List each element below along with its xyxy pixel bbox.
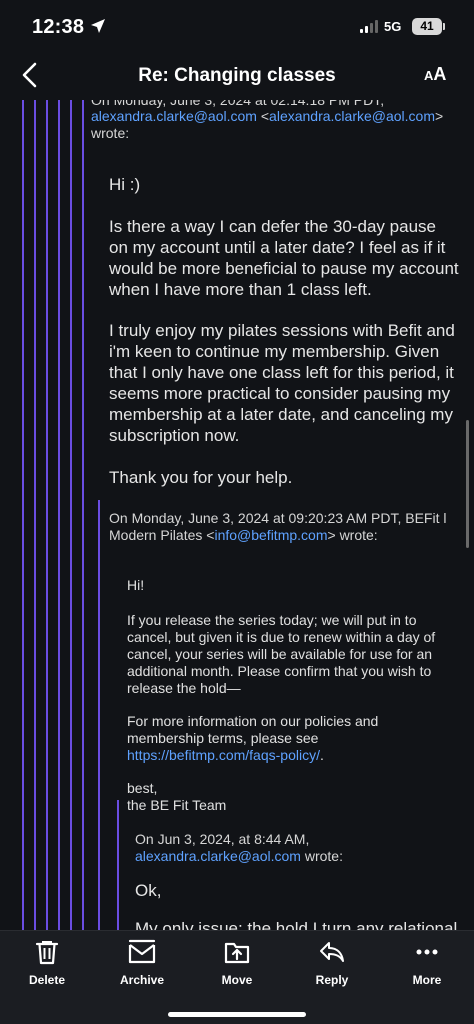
message1-thanks: Thank you for your help.: [109, 468, 293, 487]
quote-header: alexandra.clarke@aol.com <alexandra.clar…: [91, 108, 444, 124]
message1-greeting: Hi :): [109, 175, 141, 194]
more-dots-icon: [416, 949, 438, 955]
archive-button[interactable]: Archive: [102, 939, 182, 987]
quote-line: [98, 500, 100, 930]
delete-label: Delete: [28, 973, 66, 987]
location-arrow-icon: [91, 19, 105, 33]
sender-email-link[interactable]: alexandra.clarke@aol.com: [91, 108, 257, 124]
battery-tip: [443, 23, 445, 30]
quote3-header-line1: On Jun 3, 2024, at 8:44 AM,: [135, 831, 310, 847]
move-folder-icon: [224, 942, 250, 964]
move-button[interactable]: Move: [197, 939, 277, 987]
archive-icon: [128, 939, 156, 964]
quote-line: [34, 100, 36, 930]
archive-label: Archive: [119, 973, 165, 987]
text-size-large-icon: A: [433, 64, 447, 84]
network-type: 5G: [384, 19, 402, 34]
quote-line: [22, 100, 24, 930]
home-indicator[interactable]: [168, 1012, 306, 1017]
bottom-toolbar: Delete Archive Move Reply More: [0, 930, 474, 1024]
quote-header-wrote: wrote:: [91, 125, 130, 141]
reply-button[interactable]: Reply: [292, 939, 372, 987]
reply-label: Reply: [315, 973, 349, 987]
more-label: More: [412, 973, 442, 987]
message2-para2-end: .: [319, 747, 324, 763]
policy-link[interactable]: https://befitmp.com/faqs-policy/: [127, 747, 320, 763]
quote2-header-suffix: > wrote:: [327, 527, 378, 543]
cellular-signal-icon: [360, 20, 378, 33]
befit-email-link[interactable]: info@befitmp.com: [214, 527, 327, 543]
quote-line: [82, 100, 84, 930]
message1-para2: I truly enjoy my pilates sessions with B…: [109, 321, 455, 445]
text-size-button[interactable]: AA: [424, 64, 446, 85]
quote2-header-line2: Modern Pilates <info@befitmp.com> wrote:: [109, 527, 378, 544]
message3-partial: My only issue; the hold I turn any relat…: [135, 919, 458, 930]
quote-line: [46, 100, 48, 930]
quote-line: [70, 100, 72, 930]
quote-line: [58, 100, 60, 930]
quote3-wrote: wrote:: [304, 848, 343, 864]
more-button[interactable]: More: [387, 939, 467, 987]
message2-para1: If you release the series today; we will…: [127, 612, 436, 696]
battery-icon: 41: [412, 18, 442, 35]
status-bar: 12:38 5G 41: [0, 0, 474, 54]
clock: 12:38: [32, 16, 85, 38]
message3-greeting: Ok,: [135, 881, 162, 900]
quote-header-partial: On Monday, June 3, 2024 at 02:14:18 PM P…: [91, 100, 385, 108]
message2-para2: For more information on our policies and…: [127, 713, 387, 764]
trash-icon: [35, 941, 59, 965]
reply-arrow-icon: [320, 942, 344, 962]
quote2-header-prefix: Modern Pilates <: [109, 527, 215, 543]
quote3-header-line2: alexandra.clarke@aol.com wrote:: [135, 848, 343, 865]
message2-para2-text: For more information on our policies and…: [127, 713, 379, 746]
message2-team: the BE Fit Team: [127, 797, 227, 813]
message2-signoff: best,: [127, 780, 158, 796]
quote-line: [117, 800, 119, 930]
sender-email-link-2[interactable]: alexandra.clarke@aol.com: [269, 108, 435, 124]
delete-button[interactable]: Delete: [7, 939, 87, 987]
quote2-header-line1: On Monday, June 3, 2024 at 09:20:23 AM P…: [109, 510, 447, 526]
scrollbar-thumb[interactable]: [466, 420, 469, 520]
move-label: Move: [221, 973, 253, 987]
email-body[interactable]: On Monday, June 3, 2024 at 02:14:18 PM P…: [0, 100, 474, 930]
page-title: Re: Changing classes: [138, 65, 336, 86]
text-size-small-icon: A: [424, 68, 434, 83]
message2-greeting: Hi!: [127, 577, 145, 593]
quote3-email-link[interactable]: alexandra.clarke@aol.com: [135, 848, 301, 864]
message1-para1: Is there a way I can defer the 30-day pa…: [109, 217, 459, 299]
scrollbar-thumb-secondary[interactable]: [466, 506, 469, 548]
nav-bar: Re: Changing classes AA: [0, 54, 474, 100]
